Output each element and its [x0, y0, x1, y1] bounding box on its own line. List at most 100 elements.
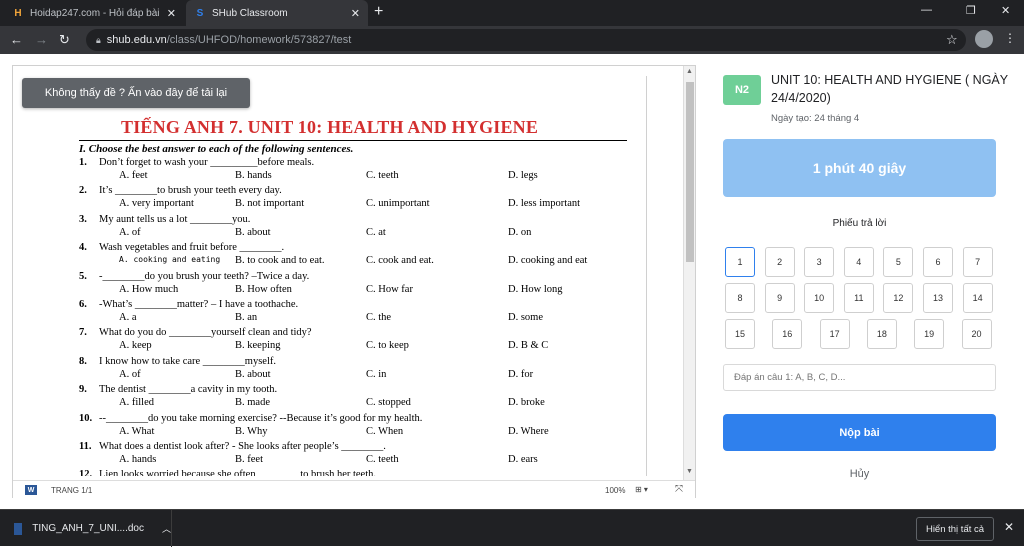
answer-number-button[interactable]: 7	[962, 247, 993, 277]
answer-number-button[interactable]: 14	[962, 283, 993, 313]
submit-button[interactable]: Nộp bài	[723, 414, 996, 451]
answer-number-button[interactable]: 13	[923, 283, 953, 313]
question-number: 2.	[79, 185, 87, 197]
question-text: Lien looks worried because she often ___…	[99, 469, 377, 476]
download-bar: TING_ANH_7_UNI....doc ︿ Hiển thị tất cả …	[0, 509, 1024, 547]
answer-sheet-label: Phiếu trả lời	[832, 218, 887, 229]
url-path: /class/UHFOD/homework/573827/test	[166, 34, 352, 46]
answer-option: C. the	[366, 312, 392, 323]
question-number: 12.	[79, 469, 93, 476]
answer-option: A. What	[119, 425, 155, 437]
question-line: 8. I know how to take care ________myself…	[79, 356, 276, 367]
answer-option: B. about	[235, 226, 271, 238]
question-line: 12. Lien looks worried because she often …	[79, 469, 376, 476]
close-download-bar-icon[interactable]: ✕	[1004, 520, 1014, 534]
bookmark-star-icon[interactable]: ☆	[946, 32, 958, 48]
answer-option: C. teeth	[366, 454, 399, 465]
answer-number-button[interactable]: 15	[725, 319, 755, 349]
question-number: 9.	[79, 384, 87, 396]
answer-number-button[interactable]: 6	[923, 247, 953, 277]
answer-number-button[interactable]: 9	[764, 283, 795, 313]
answer-number-button[interactable]: 3	[804, 247, 835, 277]
answer-number-button[interactable]: 8	[725, 283, 755, 313]
answer-number-button[interactable]: 18	[866, 319, 897, 349]
cancel-link[interactable]: Hủy	[723, 468, 996, 480]
fit-page-icon[interactable]: ⤧	[675, 484, 683, 495]
document-title: TIẾNG ANH 7. UNIT 10: HEALTH AND HYGIENE	[121, 117, 539, 137]
tab-shub-classroom[interactable]: S SHub Classroom ✕	[186, 0, 368, 26]
question-text: -________do you brush your teeth? –Twice…	[99, 270, 310, 282]
answer-option: A. cooking and eating	[119, 255, 221, 265]
zoom-dropdown-icon[interactable]: ⊞ ▾	[635, 485, 648, 494]
answer-option: C. How far	[366, 283, 413, 295]
answer-option: C. unimportant	[366, 198, 430, 210]
answer-number-button[interactable]: 4	[843, 247, 874, 277]
answer-option: A. How much	[119, 283, 179, 295]
back-arrow-icon[interactable]: ←	[10, 32, 23, 47]
scrollbar-thumb[interactable]	[686, 82, 694, 262]
menu-kebab-icon[interactable]: ⋮	[1004, 31, 1016, 45]
reload-document-button[interactable]: Không thấy đề ? Ấn vào đây để tải lại	[22, 78, 250, 108]
minimize-icon[interactable]: —	[921, 4, 932, 16]
close-tab-icon[interactable]: ✕	[167, 7, 176, 20]
answer-option: D. less important	[508, 198, 581, 210]
new-tab-icon[interactable]: +	[374, 3, 383, 21]
close-window-icon[interactable]: ✕	[1001, 4, 1010, 17]
chevron-up-icon[interactable]: ︿	[162, 522, 171, 535]
question-number: 6.	[79, 299, 87, 310]
document-viewer: TIẾNG ANH 7. UNIT 10: HEALTH AND HYGIENE…	[12, 65, 696, 498]
scroll-up-icon[interactable]: ▲	[686, 68, 693, 75]
answer-option: D. legs	[508, 170, 538, 181]
answer-option: B. hands	[235, 170, 272, 181]
hoidap-favicon-icon: H	[14, 7, 22, 19]
tab-hoidap247[interactable]: H Hoidap247.com - Hỏi đáp bài tập ✕	[4, 0, 184, 26]
tab-strip: H Hoidap247.com - Hỏi đáp bài tập ✕ S SH…	[0, 0, 1024, 26]
download-item[interactable]: TING_ANH_7_UNI....doc ︿	[0, 510, 172, 547]
answer-number-button[interactable]: 10	[804, 283, 835, 313]
answer-number-button[interactable]: 5	[883, 247, 914, 277]
address-bar[interactable]: 🔒︎ shub.edu.vn/class/UHFOD/homework/5738…	[86, 29, 966, 51]
document-scrollbar[interactable]: ▲ ▼	[683, 66, 695, 480]
show-all-downloads-button[interactable]: Hiển thị tất cả	[916, 517, 994, 541]
reload-icon[interactable]: ↻	[59, 32, 70, 48]
answer-number-button[interactable]: 19	[914, 319, 945, 349]
title-underline	[79, 140, 627, 141]
answer-option: C. at	[366, 226, 386, 238]
answer-option: C. teeth	[366, 170, 399, 181]
question-line: 6. -What’s ________matter? – I have a too…	[79, 299, 298, 310]
question-number: 1.	[79, 157, 87, 168]
answer-option: B. to cook and to eat.	[235, 255, 325, 267]
answer-option: A. of	[119, 226, 141, 238]
profile-avatar[interactable]	[975, 30, 993, 48]
question-text: My aunt tells us a lot ________you.	[99, 213, 251, 225]
answer-option: C. to keep	[366, 340, 409, 352]
question-text: Wash vegetables and fruit before _______…	[99, 242, 285, 254]
answer-number-button[interactable]: 17	[819, 319, 850, 349]
close-tab-icon[interactable]: ✕	[351, 7, 360, 20]
answer-option: D. ears	[508, 454, 538, 465]
scroll-down-icon[interactable]: ▼	[686, 468, 693, 475]
answer-option: D. cooking and eat	[508, 255, 588, 267]
answer-number-button[interactable]: 11	[843, 283, 874, 313]
forward-arrow-icon[interactable]: →	[35, 32, 48, 47]
answer-number-button[interactable]: 16	[772, 319, 803, 349]
restore-icon[interactable]: ❐	[966, 4, 976, 17]
answer-number-button[interactable]: 1	[725, 247, 755, 277]
download-filename: TING_ANH_7_UNI....doc	[32, 523, 144, 534]
answer-number-button[interactable]: 12	[883, 283, 914, 313]
section-instruction: I. Choose the best answer to each of the…	[79, 143, 354, 155]
answer-number-button[interactable]: 2	[764, 247, 795, 277]
shub-favicon-icon: S	[196, 7, 204, 19]
answer-option: B. an	[235, 312, 258, 323]
answer-option: D. for	[508, 368, 534, 380]
browser-toolbar: ← → ↻ 🔒︎ shub.edu.vn/class/UHFOD/homewor…	[0, 26, 1024, 54]
lock-icon: 🔒︎	[96, 34, 101, 45]
homework-title: UNIT 10: HEALTH AND HYGIENE ( NGÀY 24/4/…	[771, 73, 1008, 105]
answer-number-button[interactable]: 20	[961, 319, 992, 349]
question-line: 5. -________do you brush your teeth? –Twi…	[79, 271, 309, 282]
document-page: TIẾNG ANH 7. UNIT 10: HEALTH AND HYGIENE…	[13, 76, 647, 476]
answer-input[interactable]	[723, 364, 996, 391]
answer-option: C. cook and eat.	[366, 255, 434, 267]
answer-option: A. keep	[119, 340, 152, 352]
answer-option: B. about	[235, 368, 271, 380]
